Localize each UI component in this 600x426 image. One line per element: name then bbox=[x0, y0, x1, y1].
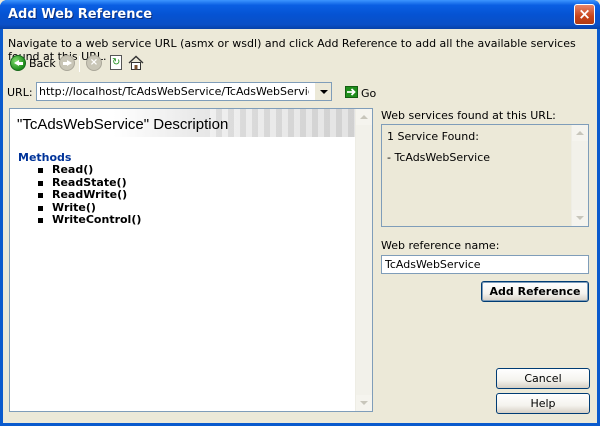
services-found-label: Web services found at this URL: bbox=[381, 109, 556, 122]
refresh-icon bbox=[110, 55, 122, 70]
back-button[interactable]: Back bbox=[9, 55, 56, 73]
refresh-button[interactable] bbox=[108, 55, 124, 73]
description-title: "TcAdsWebService" Description bbox=[17, 116, 229, 133]
description-header: "TcAdsWebService" Description bbox=[10, 109, 355, 137]
reference-name-input[interactable] bbox=[381, 255, 589, 274]
go-arrow-icon bbox=[345, 86, 358, 98]
back-icon bbox=[10, 55, 26, 71]
services-count: 1 Service Found: bbox=[387, 130, 479, 143]
dialog-client: Navigate to a web service URL (asmx or w… bbox=[3, 29, 597, 423]
forward-icon bbox=[59, 55, 75, 71]
method-item[interactable]: WriteControl() bbox=[36, 214, 141, 227]
methods-list: Read() ReadState() ReadWrite() Write() W… bbox=[36, 163, 141, 227]
go-button[interactable]: Go bbox=[344, 85, 376, 101]
stop-icon: × bbox=[86, 55, 102, 71]
cancel-button[interactable]: Cancel bbox=[496, 368, 590, 389]
title-bar[interactable]: Add Web Reference × bbox=[0, 0, 600, 29]
add-reference-button[interactable]: Add Reference bbox=[481, 281, 589, 302]
close-icon: × bbox=[578, 5, 591, 23]
url-label: URL: bbox=[7, 86, 33, 99]
home-button[interactable] bbox=[127, 55, 145, 73]
description-scrollbar[interactable] bbox=[355, 109, 372, 411]
go-label: Go bbox=[361, 87, 377, 100]
navigation-toolbar: Back × bbox=[9, 53, 209, 75]
window-title: Add Web Reference bbox=[8, 7, 153, 22]
home-icon bbox=[128, 55, 144, 70]
url-combobox[interactable] bbox=[36, 82, 332, 101]
help-button[interactable]: Help bbox=[496, 393, 590, 414]
scroll-down-icon[interactable] bbox=[572, 210, 588, 226]
scroll-up-icon[interactable] bbox=[356, 109, 372, 125]
back-label: Back bbox=[29, 57, 56, 70]
stop-button[interactable]: × bbox=[85, 55, 103, 73]
reference-name-label: Web reference name: bbox=[381, 239, 500, 252]
toolbar-separator bbox=[79, 56, 80, 72]
scroll-up-icon[interactable] bbox=[572, 125, 588, 141]
url-dropdown-button[interactable] bbox=[315, 83, 331, 100]
service-item: - TcAdsWebService bbox=[387, 151, 491, 164]
service-description-pane[interactable]: "TcAdsWebService" Description Methods Re… bbox=[9, 108, 373, 412]
services-found-list[interactable]: 1 Service Found: - TcAdsWebService bbox=[381, 124, 589, 227]
dialog-window: Add Web Reference × Navigate to a web se… bbox=[0, 0, 600, 426]
services-scrollbar[interactable] bbox=[571, 125, 588, 226]
close-button[interactable]: × bbox=[574, 4, 595, 25]
scroll-down-icon[interactable] bbox=[356, 395, 372, 411]
stop-glyph: × bbox=[89, 57, 99, 68]
forward-button[interactable] bbox=[58, 55, 76, 73]
url-input[interactable] bbox=[39, 84, 309, 99]
